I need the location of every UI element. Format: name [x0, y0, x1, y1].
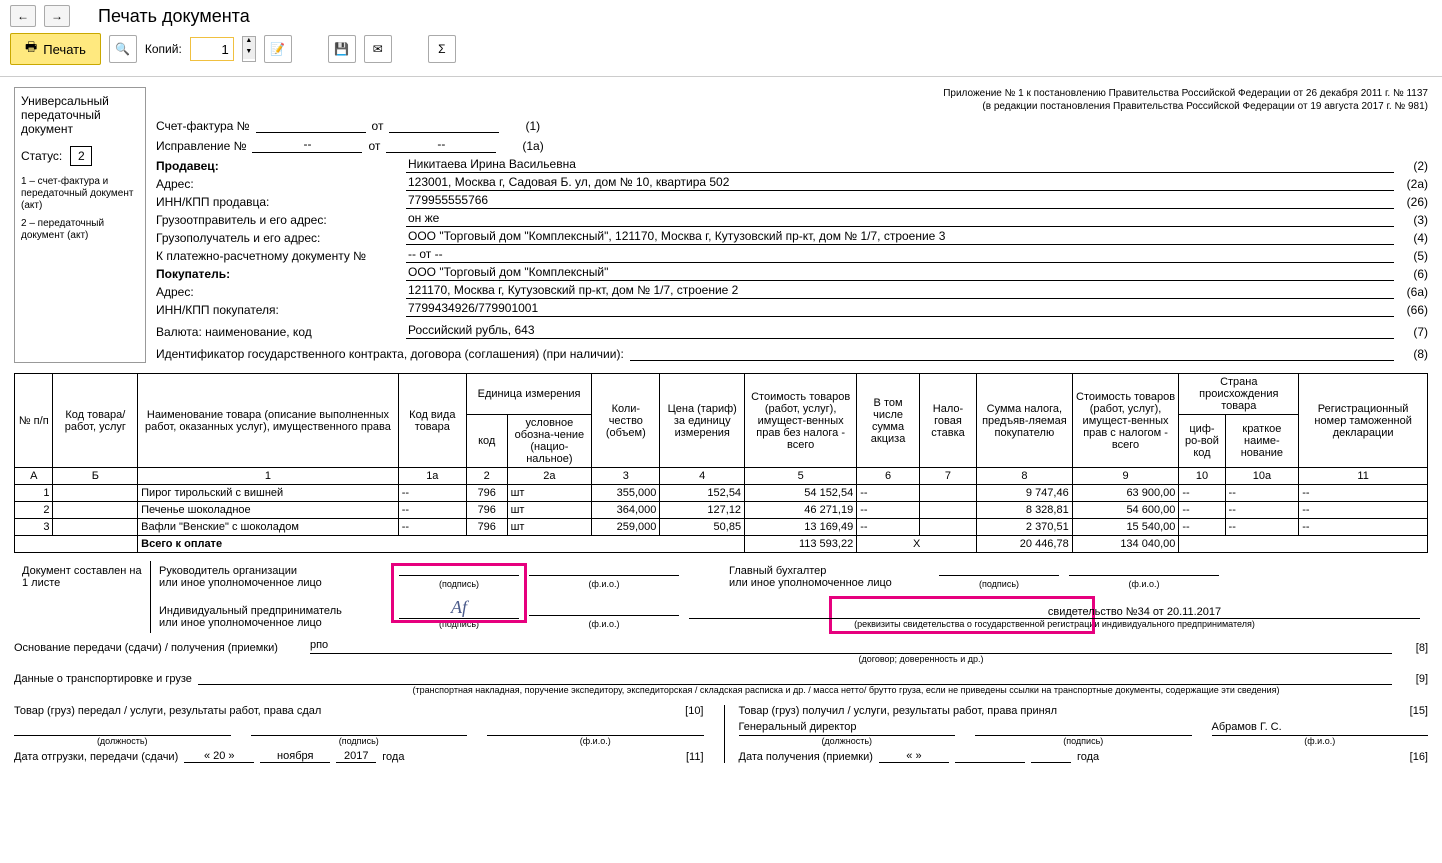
forward-button[interactable]: →: [44, 5, 70, 27]
copies-spinner[interactable]: ▲▼: [242, 36, 256, 62]
table-row: 1Пирог тирольский с вишней--796шт355,000…: [15, 485, 1428, 502]
sum-button[interactable]: Σ: [428, 35, 456, 63]
save-button[interactable]: 💾: [328, 35, 356, 63]
document-body: Универсальныйпередаточныйдокумент Статус…: [0, 77, 1442, 773]
status-box: 2: [70, 146, 92, 166]
copies-label: Копий:: [145, 42, 182, 56]
page-title: Печать документа: [98, 6, 250, 27]
signature-area: Документ составлен на1 листе Руководител…: [14, 561, 1428, 633]
items-table: № п/п Код товара/ работ, услуг Наименова…: [14, 373, 1428, 553]
sidebar: Универсальныйпередаточныйдокумент Статус…: [14, 87, 146, 363]
printer-icon: 🖶: [25, 38, 37, 60]
print-button[interactable]: 🖶Печать: [10, 33, 101, 65]
email-button[interactable]: ✉: [364, 35, 392, 63]
regulation-note: Приложение № 1 к постановлению Правитель…: [156, 87, 1428, 113]
toolbar: ← → Печать документа 🖶Печать 🔍 Копий: ▲▼…: [0, 0, 1442, 77]
preview-button[interactable]: 🔍: [109, 35, 137, 63]
copies-input[interactable]: [190, 37, 234, 61]
back-button[interactable]: ←: [10, 5, 36, 27]
signature-scribble: Af: [451, 597, 467, 617]
table-row: 3Вафли "Венские" с шоколадом--796шт259,0…: [15, 519, 1428, 536]
table-row: 2Печенье шоколадное--796шт364,000127,124…: [15, 502, 1428, 519]
certificate-text: свидетельство №34 от 20.11.2017: [1048, 606, 1221, 618]
edit-button[interactable]: 📝: [264, 35, 292, 63]
